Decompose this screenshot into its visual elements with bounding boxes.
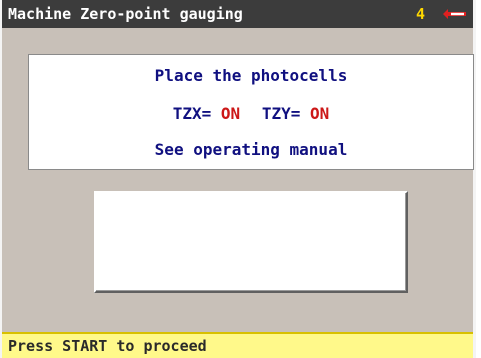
- instruction-text: Place the photocells: [154, 66, 348, 85]
- step-number: 4: [416, 5, 426, 23]
- manual-reference-text: See operating manual: [154, 140, 348, 159]
- photocell-status-line: TZX= ON TZY= ON: [29, 104, 473, 123]
- status-bar: Press START to proceed: [2, 332, 473, 358]
- window-title: Machine Zero-point gauging: [8, 5, 243, 23]
- image-display-panel: [94, 191, 408, 293]
- tzx-value: ON: [220, 104, 241, 123]
- machine-screen: Machine Zero-point gauging 4 Place the p…: [0, 0, 476, 358]
- brand-logo-icon: [443, 9, 466, 19]
- tzy-value: ON: [309, 104, 330, 123]
- title-bar: Machine Zero-point gauging 4: [2, 0, 473, 28]
- tzy-label: TZY=: [261, 104, 301, 123]
- tzx-label: TZX=: [172, 104, 212, 123]
- status-text: Press START to proceed: [8, 337, 207, 355]
- message-panel: Place the photocells TZX= ON TZY= ON See…: [28, 54, 474, 170]
